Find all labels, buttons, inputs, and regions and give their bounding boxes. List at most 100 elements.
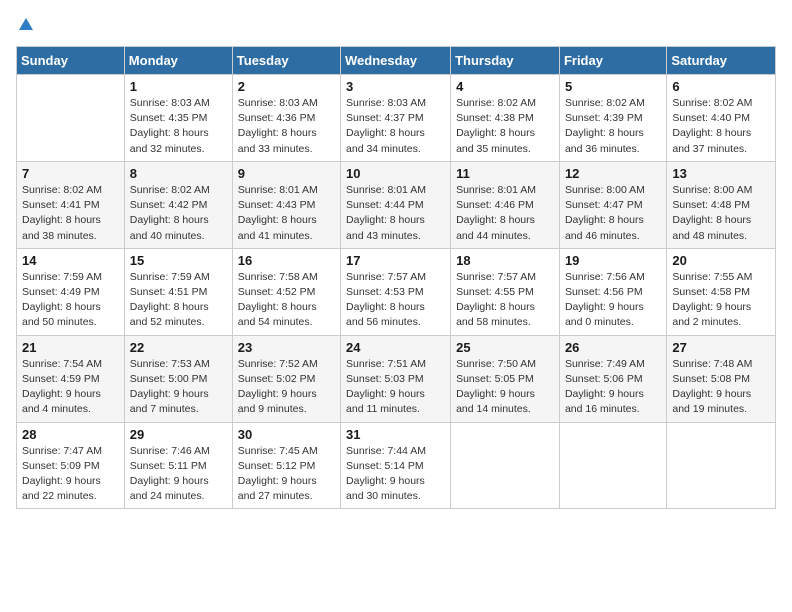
calendar-header-thursday: Thursday <box>451 47 560 75</box>
calendar-cell: 23 Sunrise: 7:52 AMSunset: 5:02 PMDayligh… <box>232 335 340 422</box>
day-number: 24 <box>346 340 445 355</box>
day-detail: Sunrise: 7:59 AMSunset: 4:51 PMDaylight:… <box>130 270 227 331</box>
day-detail: Sunrise: 7:50 AMSunset: 5:05 PMDaylight:… <box>456 357 554 418</box>
day-detail: Sunrise: 7:45 AMSunset: 5:12 PMDaylight:… <box>238 444 335 505</box>
calendar-header-monday: Monday <box>124 47 232 75</box>
day-number: 29 <box>130 427 227 442</box>
calendar-header-row: SundayMondayTuesdayWednesdayThursdayFrid… <box>17 47 776 75</box>
calendar-header-tuesday: Tuesday <box>232 47 340 75</box>
calendar-cell: 4 Sunrise: 8:02 AMSunset: 4:38 PMDaylight… <box>451 75 560 162</box>
calendar-cell: 25 Sunrise: 7:50 AMSunset: 5:05 PMDayligh… <box>451 335 560 422</box>
day-detail: Sunrise: 8:00 AMSunset: 4:48 PMDaylight:… <box>672 183 770 244</box>
day-detail: Sunrise: 7:48 AMSunset: 5:08 PMDaylight:… <box>672 357 770 418</box>
day-detail: Sunrise: 8:02 AMSunset: 4:39 PMDaylight:… <box>565 96 661 157</box>
calendar-cell: 16 Sunrise: 7:58 AMSunset: 4:52 PMDayligh… <box>232 248 340 335</box>
day-detail: Sunrise: 8:00 AMSunset: 4:47 PMDaylight:… <box>565 183 661 244</box>
day-number: 15 <box>130 253 227 268</box>
calendar-cell: 2 Sunrise: 8:03 AMSunset: 4:36 PMDaylight… <box>232 75 340 162</box>
calendar-cell: 7 Sunrise: 8:02 AMSunset: 4:41 PMDaylight… <box>17 161 125 248</box>
day-number: 20 <box>672 253 770 268</box>
day-number: 4 <box>456 79 554 94</box>
day-detail: Sunrise: 7:59 AMSunset: 4:49 PMDaylight:… <box>22 270 119 331</box>
calendar-cell: 30 Sunrise: 7:45 AMSunset: 5:12 PMDayligh… <box>232 422 340 509</box>
day-detail: Sunrise: 7:47 AMSunset: 5:09 PMDaylight:… <box>22 444 119 505</box>
calendar-week-row: 14 Sunrise: 7:59 AMSunset: 4:49 PMDayligh… <box>17 248 776 335</box>
calendar-cell: 14 Sunrise: 7:59 AMSunset: 4:49 PMDayligh… <box>17 248 125 335</box>
day-detail: Sunrise: 8:02 AMSunset: 4:41 PMDaylight:… <box>22 183 119 244</box>
calendar-cell: 11Sunrise: 8:01 AMSunset: 4:46 PMDayligh… <box>451 161 560 248</box>
day-detail: Sunrise: 7:51 AMSunset: 5:03 PMDaylight:… <box>346 357 445 418</box>
calendar-cell: 21Sunrise: 7:54 AMSunset: 4:59 PMDayligh… <box>17 335 125 422</box>
calendar-cell: 1 Sunrise: 8:03 AMSunset: 4:35 PMDaylight… <box>124 75 232 162</box>
day-detail: Sunrise: 8:03 AMSunset: 4:36 PMDaylight:… <box>238 96 335 157</box>
day-number: 16 <box>238 253 335 268</box>
calendar-cell: 8Sunrise: 8:02 AMSunset: 4:42 PMDaylight… <box>124 161 232 248</box>
day-detail: Sunrise: 7:58 AMSunset: 4:52 PMDaylight:… <box>238 270 335 331</box>
day-number: 22 <box>130 340 227 355</box>
day-number: 27 <box>672 340 770 355</box>
calendar-cell: 27 Sunrise: 7:48 AMSunset: 5:08 PMDayligh… <box>667 335 776 422</box>
day-number: 17 <box>346 253 445 268</box>
day-detail: Sunrise: 8:02 AMSunset: 4:42 PMDaylight:… <box>130 183 227 244</box>
calendar-week-row: 21Sunrise: 7:54 AMSunset: 4:59 PMDayligh… <box>17 335 776 422</box>
calendar-table: SundayMondayTuesdayWednesdayThursdayFrid… <box>16 46 776 509</box>
day-number: 28 <box>22 427 119 442</box>
day-detail: Sunrise: 7:44 AMSunset: 5:14 PMDaylight:… <box>346 444 445 505</box>
calendar-cell: 3 Sunrise: 8:03 AMSunset: 4:37 PMDaylight… <box>341 75 451 162</box>
calendar-cell <box>17 75 125 162</box>
day-number: 25 <box>456 340 554 355</box>
day-number: 5 <box>565 79 661 94</box>
day-number: 23 <box>238 340 335 355</box>
page-header <box>16 16 776 34</box>
day-detail: Sunrise: 8:02 AMSunset: 4:40 PMDaylight:… <box>672 96 770 157</box>
calendar-cell: 31 Sunrise: 7:44 AMSunset: 5:14 PMDayligh… <box>341 422 451 509</box>
day-number: 6 <box>672 79 770 94</box>
calendar-week-row: 1 Sunrise: 8:03 AMSunset: 4:35 PMDaylight… <box>17 75 776 162</box>
day-number: 3 <box>346 79 445 94</box>
day-detail: Sunrise: 8:01 AMSunset: 4:43 PMDaylight:… <box>238 183 335 244</box>
calendar-week-row: 7 Sunrise: 8:02 AMSunset: 4:41 PMDaylight… <box>17 161 776 248</box>
day-detail: Sunrise: 7:46 AMSunset: 5:11 PMDaylight:… <box>130 444 227 505</box>
calendar-cell: 18Sunrise: 7:57 AMSunset: 4:55 PMDayligh… <box>451 248 560 335</box>
day-detail: Sunrise: 7:55 AMSunset: 4:58 PMDaylight:… <box>672 270 770 331</box>
day-detail: Sunrise: 7:54 AMSunset: 4:59 PMDaylight:… <box>22 357 119 418</box>
day-number: 1 <box>130 79 227 94</box>
calendar-cell: 17 Sunrise: 7:57 AMSunset: 4:53 PMDayligh… <box>341 248 451 335</box>
calendar-cell <box>667 422 776 509</box>
calendar-cell: 5 Sunrise: 8:02 AMSunset: 4:39 PMDaylight… <box>559 75 666 162</box>
day-number: 19 <box>565 253 661 268</box>
calendar-cell: 20 Sunrise: 7:55 AMSunset: 4:58 PMDayligh… <box>667 248 776 335</box>
logo <box>16 16 36 34</box>
day-detail: Sunrise: 7:53 AMSunset: 5:00 PMDaylight:… <box>130 357 227 418</box>
calendar-cell: 15 Sunrise: 7:59 AMSunset: 4:51 PMDayligh… <box>124 248 232 335</box>
calendar-header-friday: Friday <box>559 47 666 75</box>
calendar-header-wednesday: Wednesday <box>341 47 451 75</box>
day-detail: Sunrise: 8:03 AMSunset: 4:35 PMDaylight:… <box>130 96 227 157</box>
day-number: 14 <box>22 253 119 268</box>
day-number: 10 <box>346 166 445 181</box>
day-number: 31 <box>346 427 445 442</box>
day-detail: Sunrise: 7:56 AMSunset: 4:56 PMDaylight:… <box>565 270 661 331</box>
day-number: 13 <box>672 166 770 181</box>
day-detail: Sunrise: 8:01 AMSunset: 4:44 PMDaylight:… <box>346 183 445 244</box>
calendar-cell: 19 Sunrise: 7:56 AMSunset: 4:56 PMDayligh… <box>559 248 666 335</box>
day-number: 18 <box>456 253 554 268</box>
day-number: 2 <box>238 79 335 94</box>
calendar-cell: 9Sunrise: 8:01 AMSunset: 4:43 PMDaylight… <box>232 161 340 248</box>
calendar-header-sunday: Sunday <box>17 47 125 75</box>
calendar-cell: 26Sunrise: 7:49 AMSunset: 5:06 PMDayligh… <box>559 335 666 422</box>
calendar-header-saturday: Saturday <box>667 47 776 75</box>
day-detail: Sunrise: 7:57 AMSunset: 4:53 PMDaylight:… <box>346 270 445 331</box>
calendar-cell: 6 Sunrise: 8:02 AMSunset: 4:40 PMDaylight… <box>667 75 776 162</box>
calendar-cell <box>559 422 666 509</box>
day-number: 30 <box>238 427 335 442</box>
day-detail: Sunrise: 7:52 AMSunset: 5:02 PMDaylight:… <box>238 357 335 418</box>
calendar-cell: 13 Sunrise: 8:00 AMSunset: 4:48 PMDayligh… <box>667 161 776 248</box>
day-detail: Sunrise: 8:02 AMSunset: 4:38 PMDaylight:… <box>456 96 554 157</box>
logo-icon <box>17 16 35 34</box>
calendar-cell: 12Sunrise: 8:00 AMSunset: 4:47 PMDayligh… <box>559 161 666 248</box>
day-detail: Sunrise: 8:03 AMSunset: 4:37 PMDaylight:… <box>346 96 445 157</box>
calendar-cell: 22 Sunrise: 7:53 AMSunset: 5:00 PMDayligh… <box>124 335 232 422</box>
day-number: 7 <box>22 166 119 181</box>
calendar-cell: 24 Sunrise: 7:51 AMSunset: 5:03 PMDayligh… <box>341 335 451 422</box>
